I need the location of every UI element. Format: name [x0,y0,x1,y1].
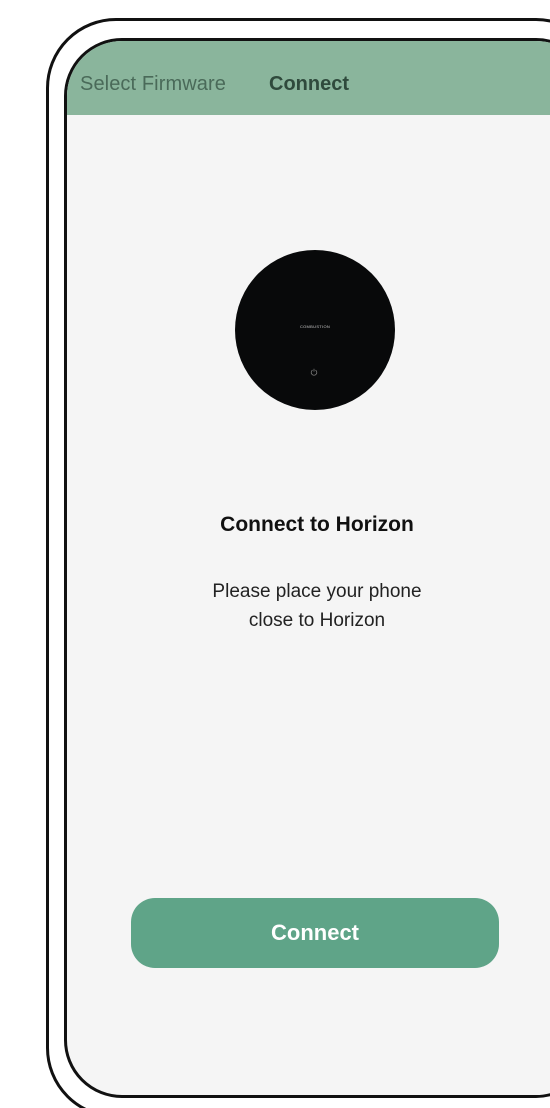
power-icon [310,368,318,376]
horizon-device-image: COMBUSTION [235,250,395,410]
instruction-line-1: Please place your phone [212,581,422,602]
page-title: Connect [269,73,349,95]
navigation-bar: Select Firmware Connect [67,41,550,115]
connect-heading: Connect to Horizon [220,513,414,536]
instruction-line-2: close to Horizon [248,610,386,631]
device-brand-label: COMBUSTION [299,324,331,329]
connect-instructions: Please place your phone close to Horizon [67,577,550,635]
back-link[interactable]: Select Firmware [80,73,226,96]
phone-mockup: Select Firmware Connect COMBUSTION Conne… [0,0,550,1108]
phone-screen: Select Firmware Connect COMBUSTION Conne… [64,38,550,1098]
connect-button[interactable]: Connect [131,898,499,968]
